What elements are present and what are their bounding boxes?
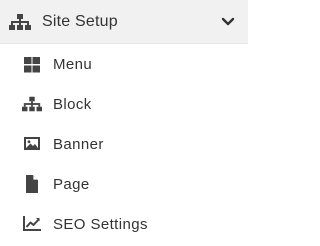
nav-item-seo-settings-label: SEO Settings <box>53 216 148 233</box>
grid-icon <box>22 56 42 74</box>
file-icon <box>22 175 42 193</box>
nav-item-page[interactable]: Page <box>0 164 248 204</box>
nav-item-block[interactable]: Block <box>0 84 248 124</box>
nav-item-seo-settings[interactable]: SEO Settings <box>0 204 248 244</box>
sitemap-icon <box>9 14 31 30</box>
nav-item-banner[interactable]: Banner <box>0 124 248 164</box>
site-setup-title: Site Setup <box>42 13 118 30</box>
nav-item-page-label: Page <box>53 176 90 193</box>
nav-item-menu-label: Menu <box>53 56 93 73</box>
nav-item-block-label: Block <box>53 96 92 113</box>
chevron-down-icon[interactable] <box>221 17 235 27</box>
image-icon <box>22 135 42 153</box>
nav-item-banner-label: Banner <box>53 136 104 153</box>
chart-line-icon <box>22 215 42 233</box>
site-setup-header[interactable]: Site Setup <box>0 0 248 44</box>
sitemap-icon <box>22 95 42 113</box>
nav-item-menu[interactable]: Menu <box>0 44 248 84</box>
site-setup-menu: Site Setup Menu Block Banner Page SEO Se… <box>0 0 248 246</box>
